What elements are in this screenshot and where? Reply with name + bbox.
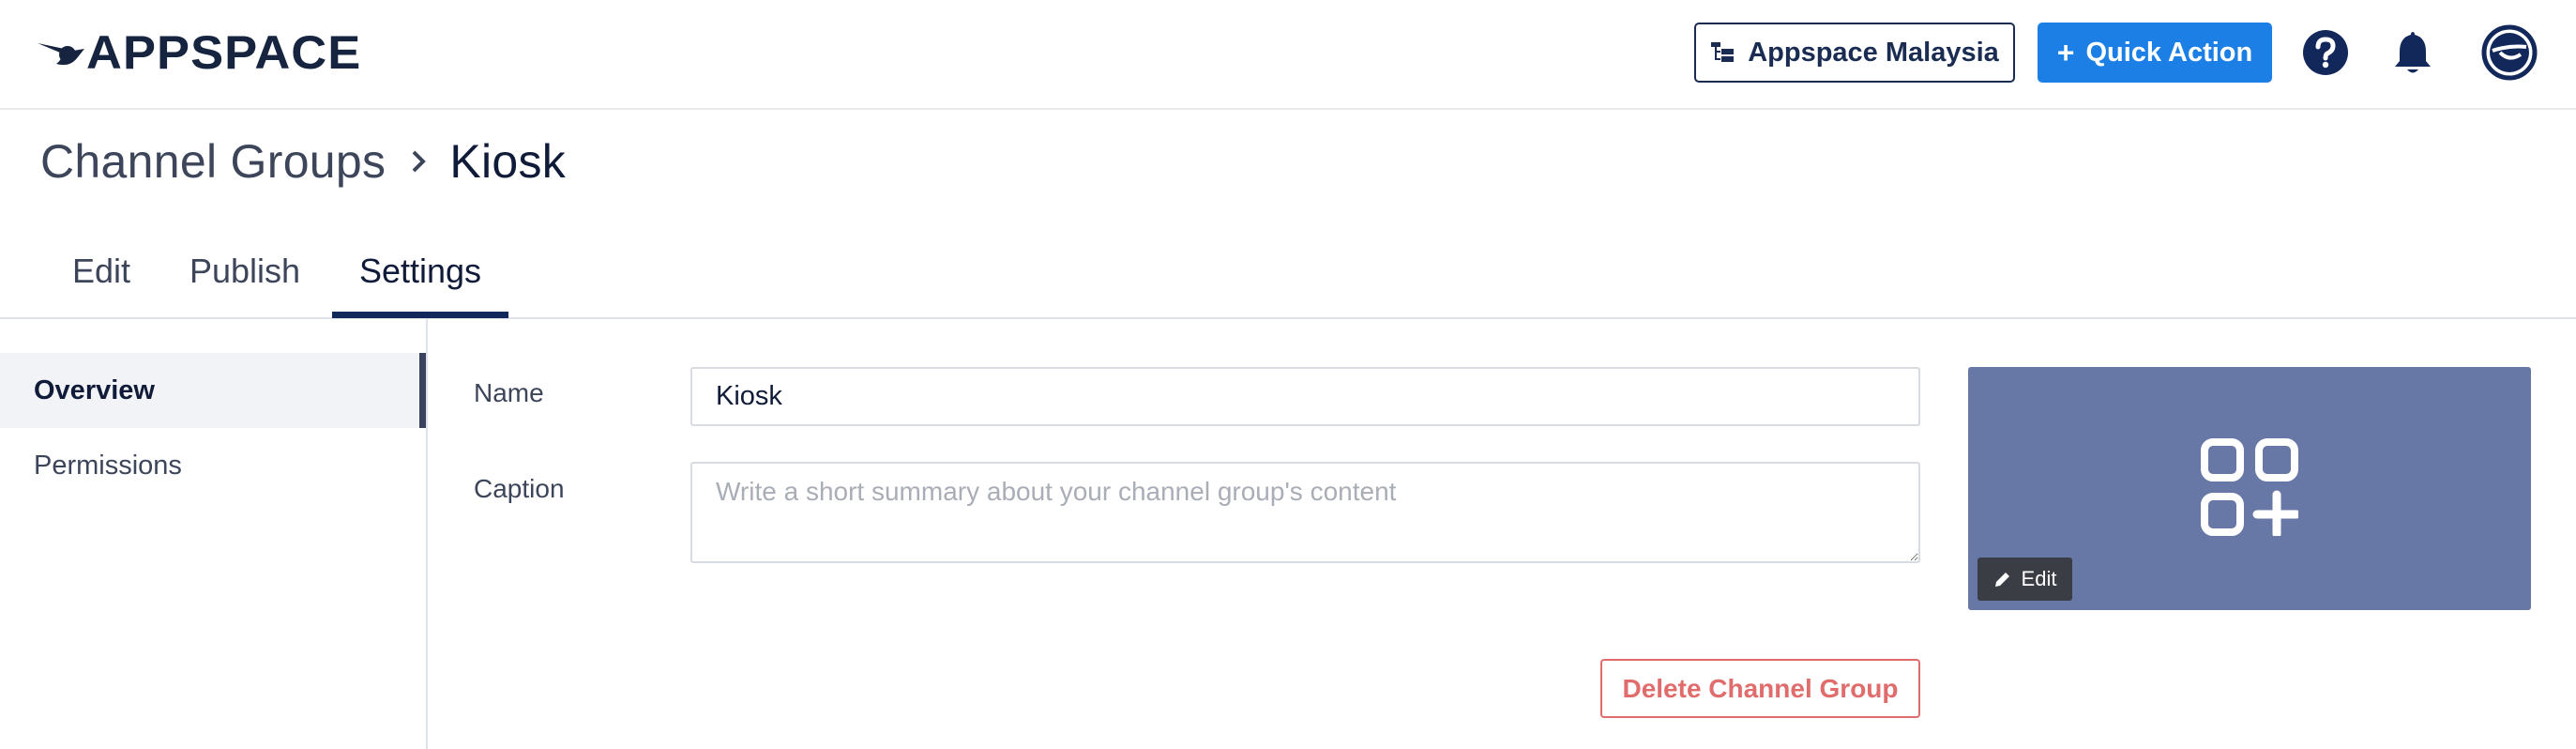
sidenav-active-indicator [419,353,426,428]
breadcrumb-current: Kiosk [449,135,567,188]
appspace-logo-mark-icon [38,43,84,66]
appspace-logo[interactable]: APPSPACE [36,28,360,77]
thumbnail-edit-label: Edit [2021,567,2057,590]
tab-publish[interactable]: Publish [174,225,315,317]
chevron-right-icon [410,149,427,174]
quick-action-button[interactable]: + Quick Action [2038,23,2272,83]
thumbnail-edit-button[interactable]: Edit [1977,558,2072,601]
quick-action-label: Quick Action [2085,37,2253,68]
sidenav-item-overview[interactable]: Overview [0,353,426,428]
delete-channel-group-button[interactable]: Delete Channel Group [1600,659,1920,718]
logo-text: APPSPACE [86,26,362,79]
delete-channel-group-label: Delete Channel Group [1622,673,1899,703]
tab-edit[interactable]: Edit [41,225,161,317]
notifications-button[interactable] [2385,24,2441,81]
pencil-icon [1994,573,2009,587]
breadcrumb: Channel Groups Kiosk [40,131,566,191]
tab-bar: Edit Publish Settings [0,225,2576,319]
breadcrumb-parent-link[interactable]: Channel Groups [40,134,386,189]
org-tree-icon [1711,42,1735,62]
tab-settings[interactable]: Settings [332,225,508,317]
user-avatar-button[interactable] [2481,24,2538,81]
top-header: APPSPACE Appspace Malaysia + Quick Actio… [0,0,2576,110]
active-tab-indicator [332,312,508,318]
avatar-icon [2481,24,2538,81]
caption-label: Caption [474,474,565,503]
plus-icon: + [2056,36,2075,69]
org-switcher-button[interactable]: Appspace Malaysia [1694,23,2015,83]
name-label: Name [474,378,544,407]
name-input[interactable] [690,367,1920,426]
apps-add-icon [2201,438,2298,536]
help-icon [2303,30,2348,75]
sidenav-item-permissions[interactable]: Permissions [0,428,426,503]
settings-sidenav: Overview Permissions [0,319,428,749]
caption-textarea[interactable] [690,462,1920,563]
bell-icon [2395,32,2431,73]
help-button[interactable] [2297,24,2354,81]
org-switcher-label: Appspace Malaysia [1748,37,1999,68]
